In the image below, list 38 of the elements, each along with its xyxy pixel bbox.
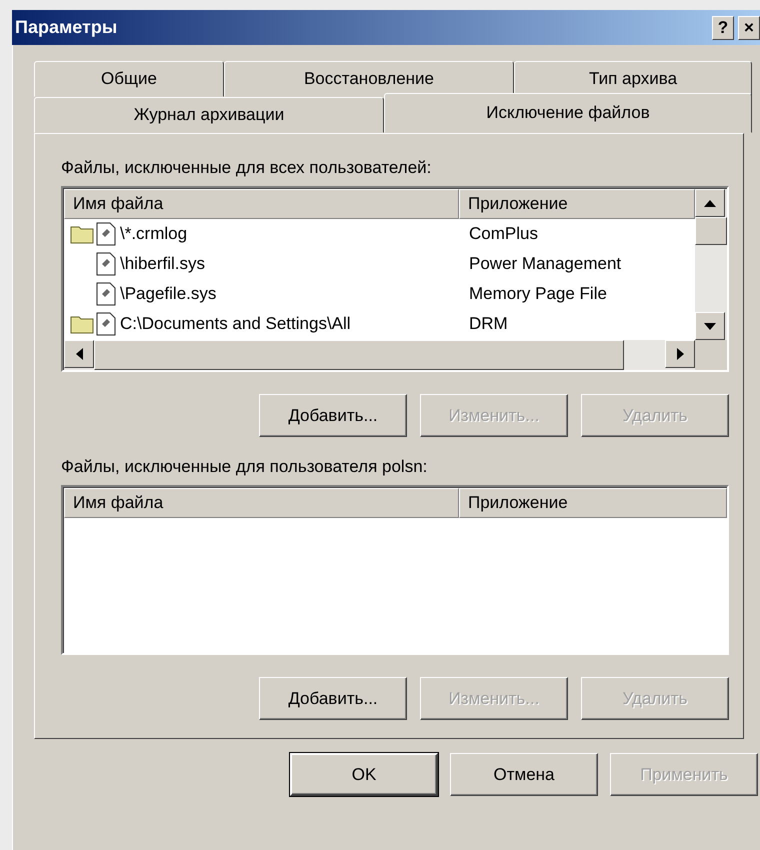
file-name: \hiberfil.sys <box>120 254 206 274</box>
document-icon <box>96 282 116 306</box>
down-arrow-icon <box>704 322 716 330</box>
window-title: Параметры <box>15 17 118 38</box>
application-name: Power Management <box>469 254 622 273</box>
tab[interactable]: Исключение файлов <box>384 93 752 133</box>
list-label: Файлы, исключенные для пользователя polsn: <box>61 457 428 477</box>
up-arrow-icon <box>704 200 716 206</box>
close-button[interactable]: × <box>738 16 760 40</box>
file-name: C:\Documents and Settings\All <box>120 314 351 334</box>
help-button[interactable]: ? <box>712 16 734 40</box>
horizontal-scrollbar[interactable] <box>64 340 695 370</box>
column-header[interactable]: Приложение <box>459 189 695 219</box>
column-header[interactable]: Приложение <box>459 488 727 518</box>
application-name: DRM <box>469 314 508 333</box>
scroll-thumb[interactable] <box>94 340 624 370</box>
add-button[interactable]: Добавить... <box>259 394 407 437</box>
scroll-thumb[interactable] <box>695 217 727 245</box>
list-label: Файлы, исключенные для всех пользователей: <box>61 158 432 178</box>
scrollbar-corner <box>695 340 727 370</box>
column-header[interactable]: Имя файла <box>64 488 459 518</box>
right-arrow-icon <box>676 348 684 360</box>
add-button[interactable]: Добавить... <box>259 677 407 720</box>
tab[interactable]: Общие <box>34 61 224 97</box>
application-name: ComPlus <box>469 224 538 243</box>
file-name: \Pagefile.sys <box>120 284 216 304</box>
cancel-button[interactable]: Отмена <box>450 753 598 796</box>
document-icon <box>96 222 116 246</box>
column-header[interactable]: Имя файла <box>64 189 459 219</box>
tab[interactable]: Журнал архивации <box>34 97 384 133</box>
file-name: \*.crmlog <box>120 224 188 244</box>
tab[interactable]: Восстановление <box>224 61 514 97</box>
ok-button[interactable]: OK <box>290 753 438 796</box>
application-name: Memory Page File <box>469 284 607 303</box>
vertical-scrollbar[interactable] <box>695 189 727 340</box>
document-icon <box>96 312 116 336</box>
document-icon <box>96 252 116 276</box>
left-arrow-icon <box>76 348 82 360</box>
